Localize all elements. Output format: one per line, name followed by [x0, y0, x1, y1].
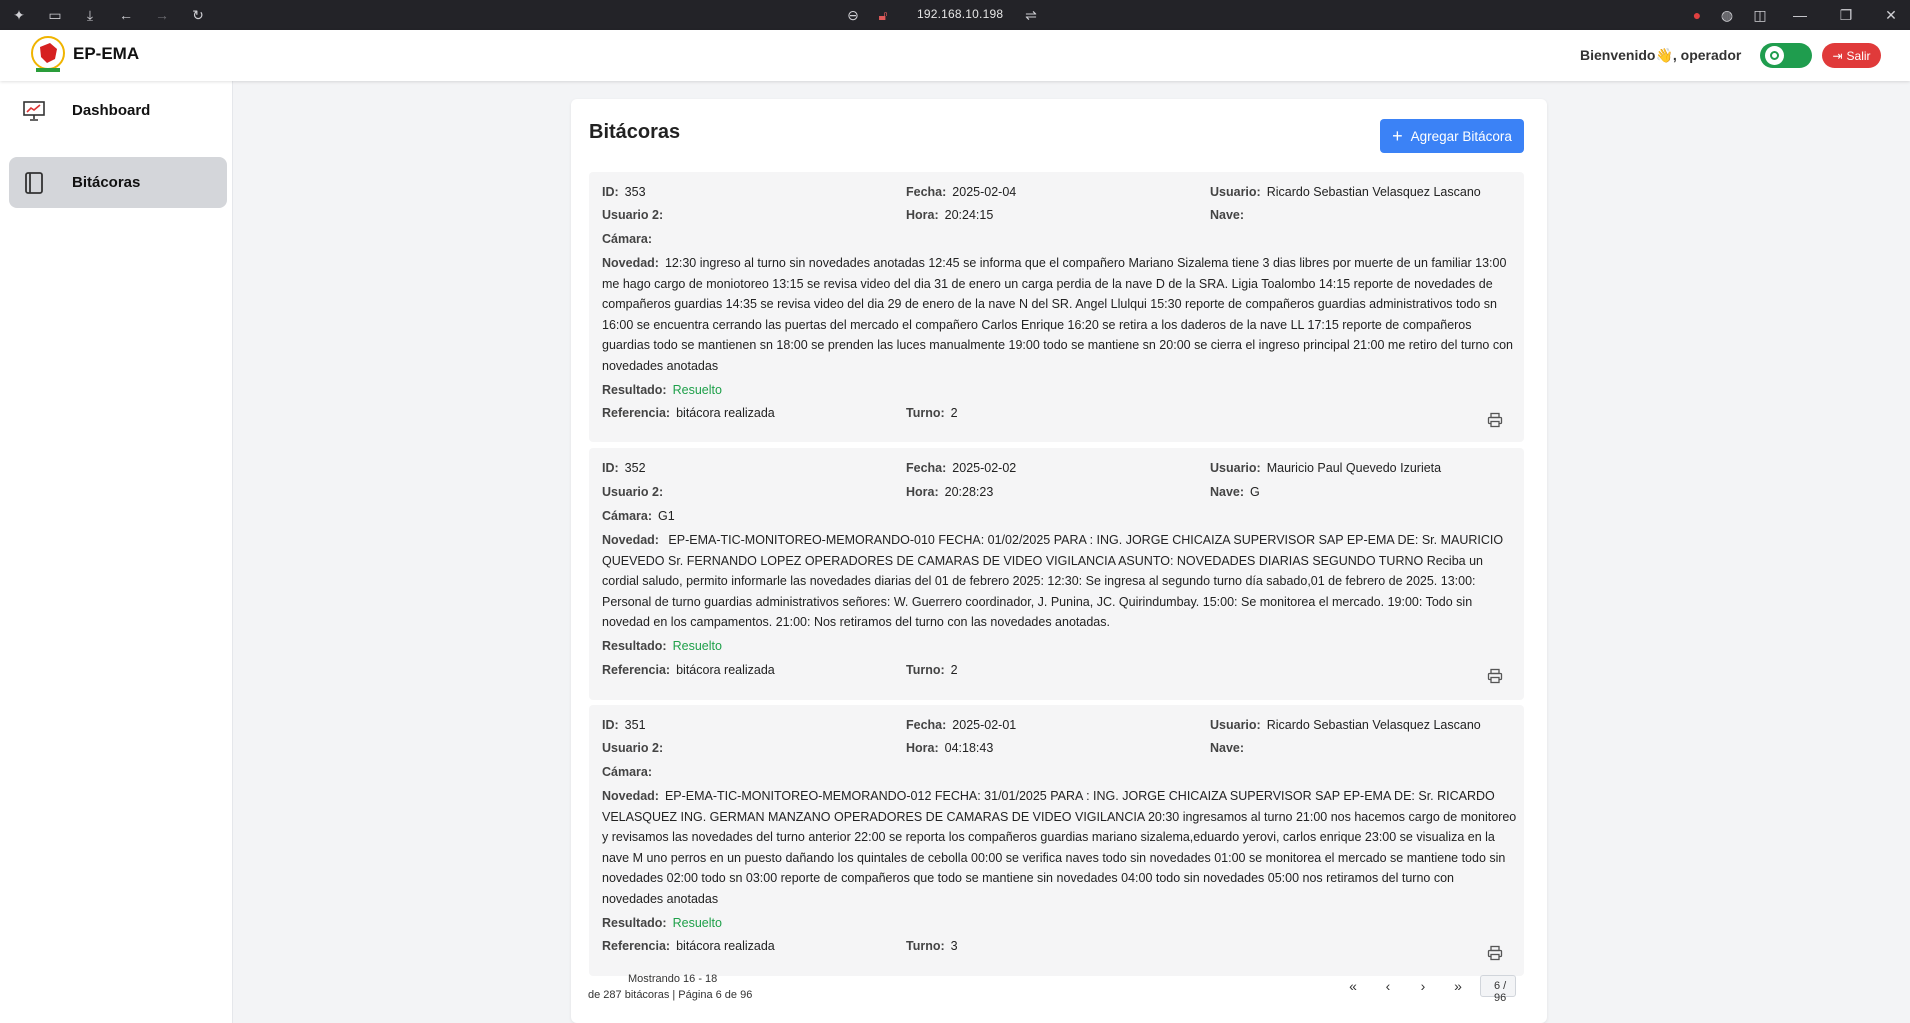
add-bitacora-label: Agregar Bitácora	[1410, 128, 1512, 144]
field-resultado: Resultado: Resuelto	[602, 383, 722, 397]
minimize-icon[interactable]: —	[1791, 6, 1809, 24]
reload-icon[interactable]: ↻	[189, 6, 207, 24]
field-nave: Nave: G	[1210, 485, 1260, 499]
field-turno: Turno: 2	[906, 406, 958, 420]
status-badge: Resuelto	[672, 916, 722, 930]
field-id: ID: 352	[602, 461, 646, 475]
field-hora: Hora: 20:28:23	[906, 485, 994, 499]
field-resultado: Resultado: Resuelto	[602, 916, 722, 930]
field-id: ID: 351	[602, 718, 646, 732]
field-novedad: Novedad: EP-EMA-TIC-MONITOREO-MEMORANDO-…	[602, 533, 1504, 629]
page-title: Bitácoras	[589, 121, 681, 143]
app: EP-EMA Bienvenido👋, operador ⇥ Salir Das…	[0, 30, 1910, 1023]
bitacora-card: ID: 352 Fecha: 2025-02-02 Usuario: Mauricio…	[589, 448, 1524, 700]
download-icon[interactable]: ⤓	[81, 6, 99, 24]
welcome-text: Bienvenido👋, operador	[1580, 47, 1742, 63]
field-usuario2: Usuario 2:	[602, 208, 664, 222]
brand-title: EP-EMA	[73, 44, 140, 63]
theme-toggle[interactable]	[1760, 43, 1812, 68]
field-nave: Nave:	[1210, 741, 1245, 755]
pagination: Mostrando 16 - 18 de 287 bitácoras | Pág…	[571, 967, 1547, 1017]
field-turno: Turno: 2	[906, 663, 958, 677]
field-usuario2: Usuario 2:	[602, 485, 664, 499]
sidebar-toggle-icon[interactable]: ▭	[46, 6, 64, 24]
bitacora-card: ID: 353 Fecha: 2025-02-04 Usuario: Ricardo …	[589, 172, 1524, 442]
pagination-summary: de 287 bitácoras | Página 6 de 96	[588, 989, 753, 1001]
field-novedad: Novedad: 12:30 ingreso al turno sin noved…	[602, 256, 1513, 373]
field-fecha: Fecha: 2025-02-01	[906, 718, 1017, 732]
bitacora-card: ID: 351 Fecha: 2025-02-01 Usuario: Ricardo …	[589, 705, 1524, 976]
field-referencia: Referencia: bitácora realizada	[602, 663, 775, 677]
tune-icon[interactable]: ⇌	[1022, 6, 1040, 24]
print-icon[interactable]	[1487, 668, 1503, 684]
browser-menu-icon[interactable]: ✦	[10, 6, 28, 24]
field-hora: Hora: 04:18:43	[906, 741, 994, 755]
field-usuario2: Usuario 2:	[602, 741, 664, 755]
field-novedad: Novedad: EP-EMA-TIC-MONITOREO-MEMORANDO-0…	[602, 789, 1517, 906]
bitacoras-panel: Bitácoras + Agregar Bitácora ID: 353 Fech…	[571, 99, 1547, 1023]
sidebar-item-label: Dashboard	[72, 102, 151, 119]
plus-icon: +	[1392, 126, 1403, 146]
restore-icon[interactable]: ❐	[1837, 6, 1855, 24]
globe-icon[interactable]: ◍	[1718, 6, 1736, 24]
field-resultado: Resultado: Resuelto	[602, 639, 722, 653]
field-camara: Cámara:	[602, 232, 653, 246]
field-camara: Cámara:	[602, 765, 653, 779]
close-icon[interactable]: ✕	[1882, 6, 1900, 24]
field-fecha: Fecha: 2025-02-02	[906, 461, 1017, 475]
main-content: Bitácoras + Agregar Bitácora ID: 353 Fech…	[233, 81, 1910, 1023]
first-page-icon[interactable]: «	[1344, 977, 1362, 995]
field-usuario: Usuario: Ricardo Sebastian Velasquez Lasc…	[1210, 185, 1481, 199]
logout-label: Salir	[1846, 48, 1871, 63]
notebook-icon	[21, 170, 47, 196]
back-icon[interactable]: ←	[117, 6, 135, 24]
insecure-lock-icon[interactable]: 🔓︎	[874, 6, 892, 24]
forward-icon[interactable]: →	[153, 6, 171, 24]
add-bitacora-button[interactable]: + Agregar Bitácora	[1380, 119, 1524, 153]
prev-page-icon[interactable]: ‹	[1379, 977, 1397, 995]
field-turno: Turno: 3	[906, 939, 958, 953]
field-referencia: Referencia: bitácora realizada	[602, 406, 775, 420]
sidebar-item-dashboard[interactable]: Dashboard	[9, 85, 227, 136]
top-navbar: EP-EMA Bienvenido👋, operador ⇥ Salir	[0, 30, 1910, 81]
field-usuario: Usuario: Mauricio Paul Quevedo Izurieta	[1210, 461, 1442, 475]
logout-button[interactable]: ⇥ Salir	[1822, 43, 1881, 68]
field-hora: Hora: 20:24:15	[906, 208, 994, 222]
browser-toolbar: ✦ ▭ ⤓ ← → ↻ ⊖ 🔓︎ 192.168.10.198 ⇌ ● ◍ ◫ …	[0, 0, 1910, 30]
print-icon[interactable]	[1487, 412, 1503, 428]
sidebar: Dashboard Bitácoras	[0, 81, 233, 1023]
sun-icon	[1765, 46, 1784, 65]
ep-ema-logo-icon	[31, 36, 65, 72]
field-referencia: Referencia: bitácora realizada	[602, 939, 775, 953]
pagination-showing: Mostrando 16 - 18	[628, 973, 718, 985]
presentation-chart-icon	[21, 98, 47, 124]
field-usuario: Usuario: Ricardo Sebastian Velasquez Lasc…	[1210, 718, 1481, 732]
sidebar-item-bitacoras[interactable]: Bitácoras	[9, 157, 227, 208]
print-icon[interactable]	[1487, 945, 1503, 961]
status-badge: Resuelto	[672, 383, 722, 397]
site-info-icon[interactable]: ⊖	[844, 6, 862, 24]
field-camara: Cámara: G1	[602, 509, 675, 523]
field-fecha: Fecha: 2025-02-04	[906, 185, 1017, 199]
split-view-icon[interactable]: ◫	[1751, 6, 1769, 24]
address-bar-url[interactable]: 192.168.10.198	[917, 7, 1003, 21]
status-badge: Resuelto	[672, 639, 722, 653]
next-page-icon[interactable]: ›	[1414, 977, 1432, 995]
sidebar-item-label: Bitácoras	[72, 174, 141, 191]
logout-icon: ⇥	[1832, 48, 1843, 63]
page-total: 6 / 96	[1494, 980, 1507, 1004]
field-id: ID: 353	[602, 185, 646, 199]
last-page-icon[interactable]: »	[1449, 977, 1467, 995]
extension-icon[interactable]: ●	[1688, 6, 1706, 24]
field-nave: Nave:	[1210, 208, 1245, 222]
